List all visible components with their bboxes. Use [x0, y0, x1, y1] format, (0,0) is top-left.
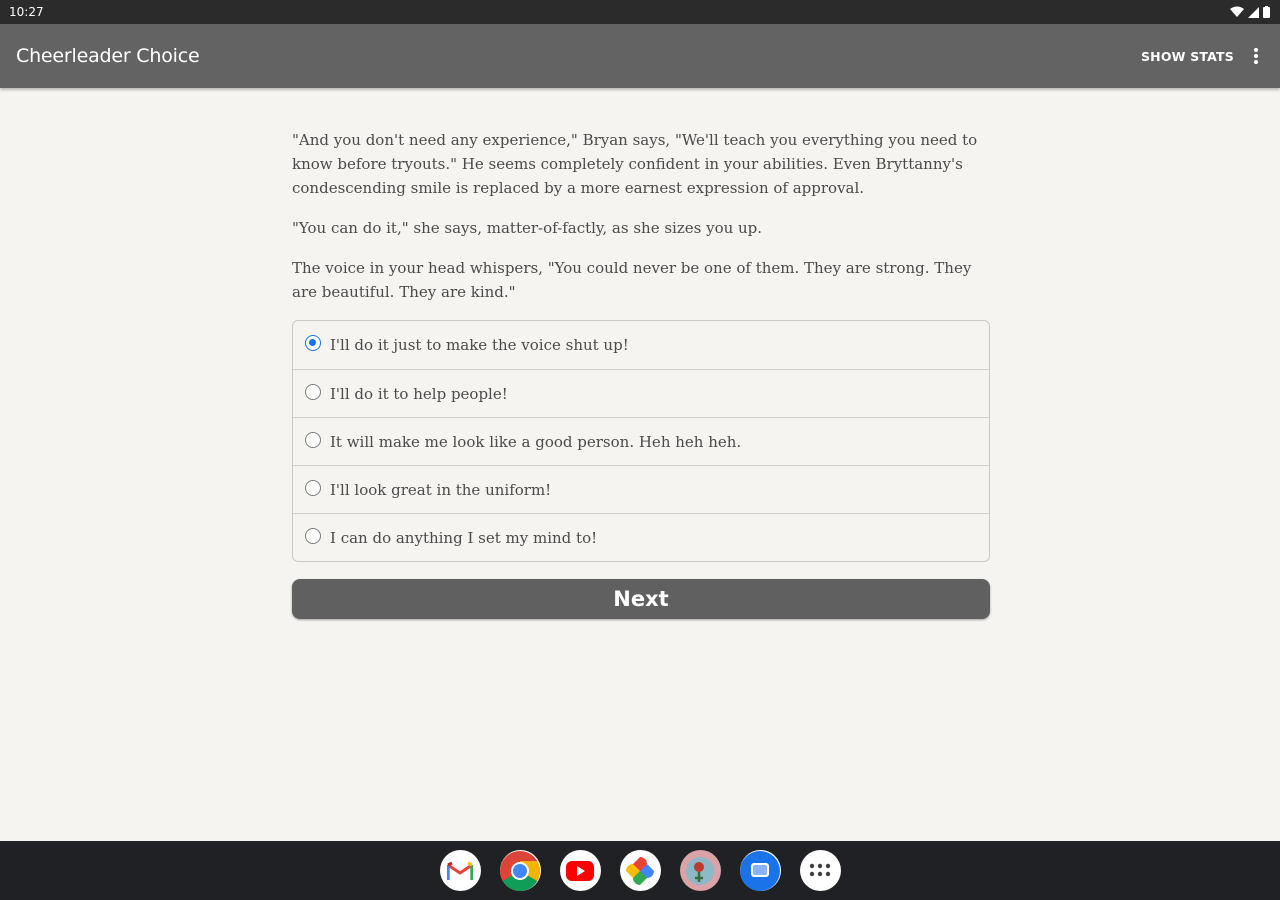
status-time: 10:27	[9, 5, 44, 19]
choice-option[interactable]: I'll do it just to make the voice shut u…	[293, 321, 989, 369]
status-bar: 10:27	[0, 0, 1280, 24]
choice-label: I'll do it to help people!	[330, 384, 508, 403]
choice-option[interactable]: I'll look great in the uniform!	[293, 465, 989, 513]
status-icons	[1230, 6, 1270, 18]
story-paragraph: The voice in your head whispers, "You co…	[292, 259, 972, 301]
choice-label: I can do anything I set my mind to!	[330, 528, 598, 547]
radio-button-selected[interactable]	[305, 335, 321, 351]
wifi-icon	[1230, 6, 1244, 17]
choice-list: I'll do it just to make the voice shut u…	[292, 320, 990, 562]
app-actions: SHOW STATS	[1141, 44, 1264, 68]
choice-label: I'll do it just to make the voice shut u…	[330, 336, 629, 354]
story-paragraph: "You can do it," she says, matter-of-fac…	[292, 219, 763, 237]
choice-option[interactable]: I'll do it to help people!	[293, 369, 989, 417]
radio-button[interactable]	[305, 479, 321, 496]
app-drawer-icon[interactable]	[799, 850, 841, 891]
app-title: Cheerleader Choice	[16, 45, 200, 67]
next-button[interactable]: Next	[292, 579, 990, 619]
app-bar: Cheerleader Choice SHOW STATS	[0, 24, 1280, 88]
show-stats-button[interactable]: SHOW STATS	[1141, 49, 1234, 64]
youtube-icon[interactable]	[559, 850, 601, 891]
story-paragraph: "And you don't need any experience," Bry…	[292, 131, 978, 197]
radio-button[interactable]	[305, 431, 321, 448]
choicescript-app-icon[interactable]	[679, 850, 721, 891]
choice-label: I'll look great in the uniform!	[330, 480, 552, 499]
photos-icon[interactable]	[619, 850, 661, 891]
radio-button[interactable]	[305, 383, 321, 400]
radio-button[interactable]	[305, 527, 321, 544]
gmail-icon[interactable]	[439, 850, 481, 891]
choice-label: It will make me look like a good person.…	[330, 432, 742, 451]
app-dock	[0, 841, 1280, 900]
choice-option[interactable]: It will make me look like a good person.…	[293, 417, 989, 465]
more-vert-icon[interactable]	[1248, 44, 1264, 68]
story-content: "And you don't need any experience," Bry…	[292, 128, 990, 619]
messages-icon[interactable]	[739, 850, 781, 891]
chrome-icon[interactable]	[499, 850, 541, 891]
cellular-signal-icon	[1248, 6, 1259, 18]
choice-option[interactable]: I can do anything I set my mind to!	[293, 513, 989, 561]
battery-icon	[1263, 6, 1270, 18]
